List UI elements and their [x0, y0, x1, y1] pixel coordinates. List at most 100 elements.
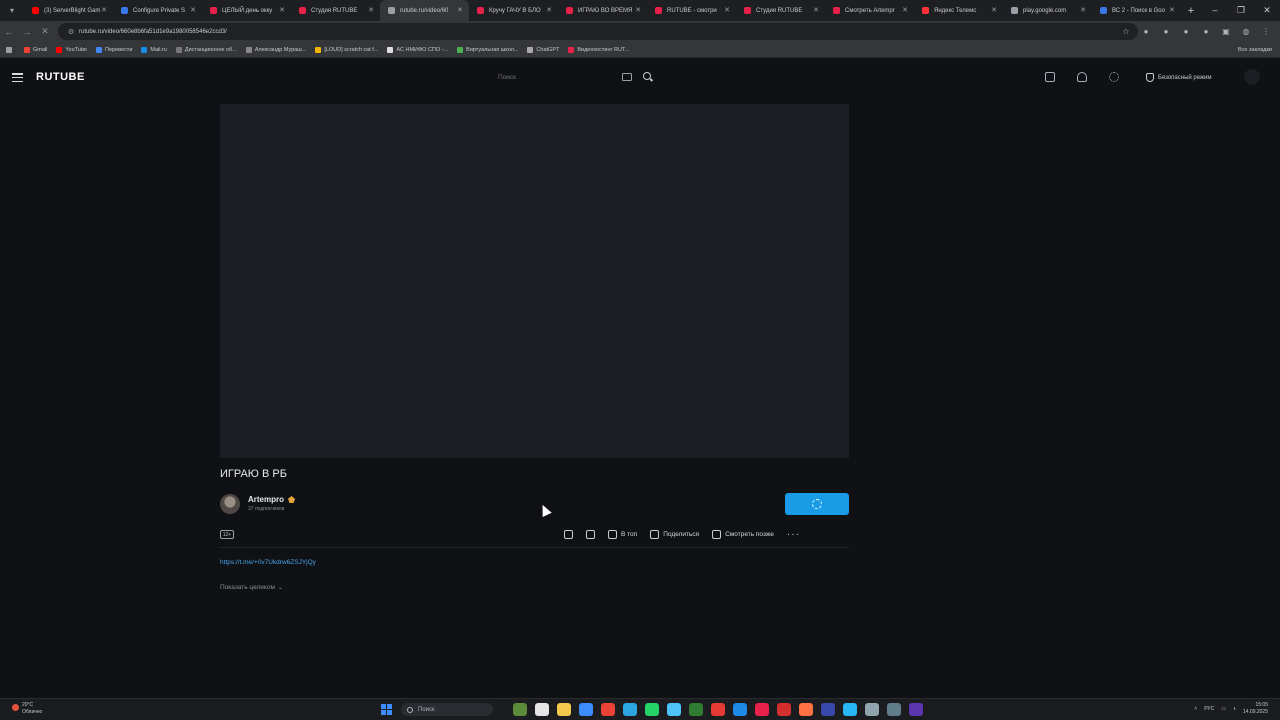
user-avatar[interactable] [1244, 69, 1260, 85]
taskbar-app-icon[interactable] [601, 703, 615, 716]
more-options-icon[interactable]: ··· [787, 529, 800, 540]
new-tab-button[interactable]: + [1181, 5, 1201, 17]
bell-icon[interactable] [1077, 72, 1087, 82]
extension-icon[interactable]: ● [1200, 25, 1212, 37]
taskbar-app-icon[interactable] [623, 703, 637, 716]
close-tab-icon[interactable]: ✕ [813, 6, 819, 14]
taskbar-app-icon[interactable] [799, 703, 813, 716]
browser-tab[interactable]: Студия RUTUBE ✕ [291, 0, 380, 21]
bookmark-item[interactable]: Дистанционное об... [175, 46, 237, 53]
extension-icon[interactable]: ● [1160, 25, 1172, 37]
close-tab-icon[interactable]: ✕ [457, 6, 463, 14]
close-tab-icon[interactable]: ✕ [635, 6, 641, 14]
share-button[interactable]: Поделиться [650, 530, 699, 539]
browser-tab[interactable]: play.google.com ✕ [1003, 0, 1092, 21]
browser-tab[interactable]: ИГРАЮ ВО ВРЕМЯ ✕ [558, 0, 647, 21]
bookmark-item[interactable]: АС НМИФО СПО -... [387, 46, 448, 53]
clock[interactable]: 15:05 14.09.2025 [1243, 702, 1268, 716]
browser-tab[interactable]: Кручу ГАЧУ В БЛО ✕ [469, 0, 558, 21]
bookmark-item[interactable]: Gmail [24, 46, 47, 53]
taskbar-app-icon[interactable] [843, 703, 857, 716]
bookmark-item[interactable]: Mail.ru [141, 46, 167, 53]
bookmark-item[interactable]: ChatGPT [527, 46, 559, 53]
taskbar-app-icon[interactable] [645, 703, 659, 716]
extension-icon[interactable]: ● [1180, 25, 1192, 37]
channel-avatar[interactable] [220, 494, 240, 514]
close-tab-icon[interactable]: ✕ [1169, 6, 1175, 14]
maximize-icon[interactable]: ❐ [1228, 5, 1254, 16]
taskbar-app-icon[interactable] [909, 703, 923, 716]
tab-search-icon[interactable]: ▾ [0, 0, 24, 21]
bookmark-item[interactable]: Перевести [96, 46, 132, 53]
bookmark-item[interactable]: YouTube [56, 46, 87, 53]
menu-icon[interactable] [12, 73, 23, 82]
top-button[interactable]: В топ [608, 530, 637, 539]
close-tab-icon[interactable]: ✕ [1080, 6, 1086, 14]
taskbar-app-icon[interactable] [887, 703, 901, 716]
like-button[interactable] [564, 530, 573, 539]
close-tab-icon[interactable]: ✕ [368, 6, 374, 14]
weather-widget[interactable]: 20°C Облачно [12, 702, 42, 716]
close-tab-icon[interactable]: ✕ [546, 6, 552, 14]
bookmark-item[interactable]: Видеохостинг RUT... [568, 46, 629, 53]
taskbar-app-icon[interactable] [535, 703, 549, 716]
taskbar-app-icon[interactable] [821, 703, 835, 716]
browser-tab[interactable]: ЦЕЛЫЙ день окку ✕ [202, 0, 291, 21]
keyboard-icon[interactable] [622, 73, 632, 81]
taskbar-app-icon[interactable] [755, 703, 769, 716]
browser-tab[interactable]: ВС 2 - Поиск в Goo ✕ [1092, 0, 1181, 21]
rutube-logo[interactable]: RUTUBE [36, 71, 85, 83]
upload-icon[interactable] [1045, 72, 1055, 82]
browser-tab[interactable]: Configure Private S ✕ [113, 0, 202, 21]
browser-menu-icon[interactable]: ⋮ [1260, 25, 1272, 37]
taskbar-app-icon[interactable] [733, 703, 747, 716]
bookmark-star-icon[interactable]: ☆ [1120, 25, 1132, 37]
browser-tab[interactable]: (3) ServerBlight Gam ✕ [24, 0, 113, 21]
close-tab-icon[interactable]: ✕ [902, 6, 908, 14]
channel-name-link[interactable]: Artempro [248, 495, 296, 504]
tray-chevron-icon[interactable]: ˄ [1194, 706, 1197, 712]
site-info-icon[interactable]: ⚙ [68, 28, 76, 36]
start-button-icon[interactable] [381, 704, 392, 715]
dislike-button[interactable] [586, 530, 595, 539]
browser-tab[interactable]: Студия RUTUBE ✕ [736, 0, 825, 21]
video-player[interactable] [220, 104, 849, 458]
apps-grid-icon[interactable] [6, 46, 15, 53]
taskbar-app-icon[interactable] [667, 703, 681, 716]
theme-icon[interactable] [1109, 72, 1119, 82]
network-icon[interactable]: ▭ [1221, 706, 1226, 712]
all-bookmarks-button[interactable]: Все закладки [1238, 47, 1272, 53]
forward-button[interactable]: → [18, 27, 36, 37]
taskbar-app-icon[interactable] [557, 703, 571, 716]
show-more-button[interactable]: Показать целиком ⌄ [220, 584, 283, 591]
taskbar-app-icon[interactable] [513, 703, 527, 716]
bookmark-item[interactable]: Виртуальная школ... [457, 46, 518, 53]
close-tab-icon[interactable]: ✕ [724, 6, 730, 14]
back-button[interactable]: ← [0, 27, 18, 37]
browser-tab[interactable]: Яндекс Телемс ✕ [914, 0, 1003, 21]
subscribe-button[interactable] [785, 493, 849, 515]
browser-tab[interactable]: Смотреть Artempr ✕ [825, 0, 914, 21]
bookmark-item[interactable]: [LOUD] scratch cat f... [315, 46, 378, 53]
taskbar-app-icon[interactable] [579, 703, 593, 716]
search-input[interactable] [492, 69, 612, 86]
close-tab-icon[interactable]: ✕ [190, 6, 196, 14]
profile-icon[interactable]: ◍ [1240, 25, 1252, 37]
bookmark-item[interactable]: Александр Мураш... [245, 46, 306, 53]
extensions-menu-icon[interactable]: ▣ [1220, 25, 1232, 37]
taskbar-app-icon[interactable] [711, 703, 725, 716]
description-link[interactable]: https://t.me/+0v7Ukdrw6ZSJYjQy [220, 559, 316, 566]
close-tab-icon[interactable]: ✕ [991, 6, 997, 14]
reload-loading-icon[interactable]: ✕ [36, 26, 54, 37]
extension-icon[interactable]: ● [1140, 25, 1152, 37]
taskbar-app-icon[interactable] [865, 703, 879, 716]
close-tab-icon[interactable]: ✕ [279, 6, 285, 14]
browser-tab[interactable]: rutube.ru/video/60 ✕ [380, 0, 469, 21]
minimize-icon[interactable]: – [1202, 5, 1228, 16]
close-window-icon[interactable]: ✕ [1254, 5, 1280, 16]
watch-later-button[interactable]: Смотреть позже [712, 530, 774, 539]
search-icon[interactable] [643, 72, 651, 80]
taskbar-app-icon[interactable] [777, 703, 791, 716]
taskbar-search[interactable]: Поиск [401, 703, 493, 716]
browser-tab[interactable]: RUTUBE - смотри ✕ [647, 0, 736, 21]
